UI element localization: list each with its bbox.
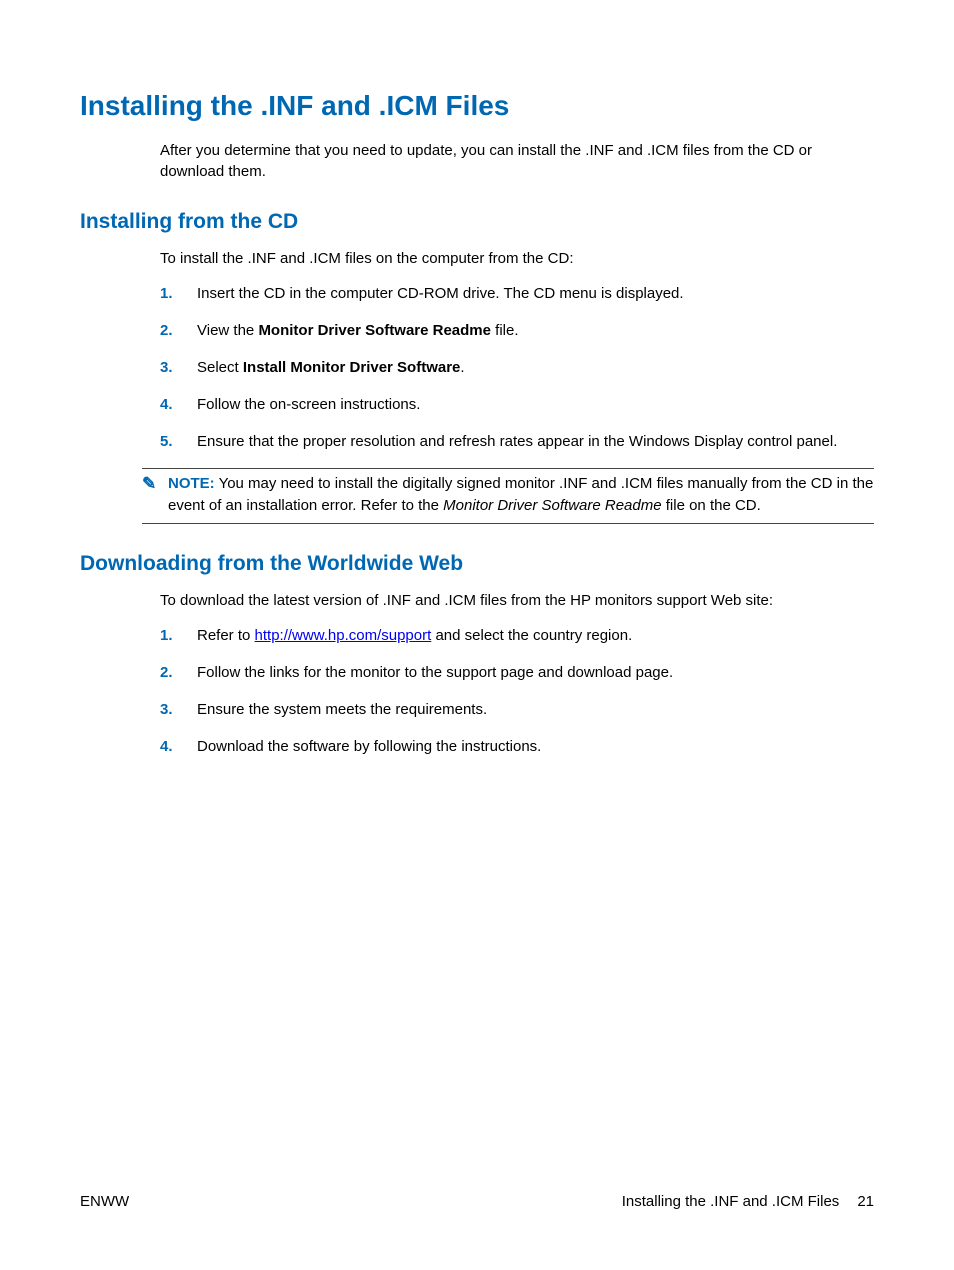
list-item: Follow the on-screen instructions. [160,394,874,415]
section-2-heading: Downloading from the Worldwide Web [80,552,874,576]
step-bold: Install Monitor Driver Software [243,359,461,376]
list-item: Follow the links for the monitor to the … [160,662,874,683]
list-item: Insert the CD in the computer CD-ROM dri… [160,283,874,304]
note-body: NOTE: You may need to install the digita… [168,473,874,517]
list-item: Ensure the system meets the requirements… [160,699,874,720]
footer-right: Installing the .INF and .ICM Files 21 [622,1193,874,1210]
footer-left: ENWW [80,1193,129,1210]
intro-paragraph: After you determine that you need to upd… [160,140,874,182]
section-1-steps: Insert the CD in the computer CD-ROM dri… [160,283,874,452]
note-italic: Monitor Driver Software Readme [443,497,661,514]
list-item: Select Install Monitor Driver Software. [160,357,874,378]
note-text: file on the CD. [662,497,761,514]
step-text: View the [197,322,258,339]
note-icon: ✎ [142,474,160,517]
step-text: Select [197,359,243,376]
list-item: View the Monitor Driver Software Readme … [160,320,874,341]
section-2-lead: To download the latest version of .INF a… [160,590,874,611]
list-item: Ensure that the proper resolution and re… [160,431,874,452]
list-item: Refer to http://www.hp.com/support and s… [160,625,874,646]
step-text: and select the country region. [431,627,632,644]
list-item: Download the software by following the i… [160,736,874,757]
step-text: . [460,359,464,376]
section-2-steps: Refer to http://www.hp.com/support and s… [160,625,874,757]
page-number: 21 [857,1193,874,1210]
footer-title: Installing the .INF and .ICM Files [622,1193,840,1210]
page-heading-1: Installing the .INF and .ICM Files [80,90,874,122]
page-footer: ENWW Installing the .INF and .ICM Files … [80,1193,874,1210]
section-1-lead: To install the .INF and .ICM files on th… [160,248,874,269]
note-block: ✎ NOTE: You may need to install the digi… [142,468,874,524]
support-link[interactable]: http://www.hp.com/support [255,627,432,644]
step-bold: Monitor Driver Software Readme [258,322,491,339]
step-text: file. [491,322,519,339]
section-1-heading: Installing from the CD [80,210,874,234]
note-label: NOTE: [168,475,215,492]
step-text: Refer to [197,627,255,644]
